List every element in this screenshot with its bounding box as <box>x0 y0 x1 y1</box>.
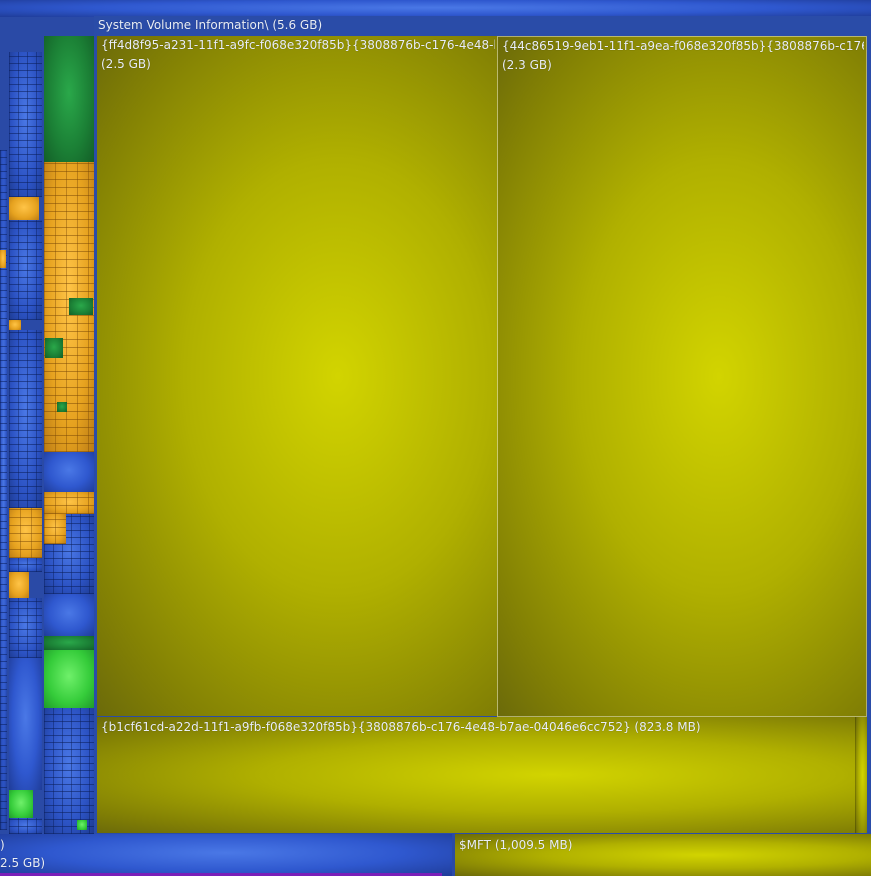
blue-tile[interactable] <box>9 658 42 790</box>
blue-tile-cluster[interactable] <box>9 558 42 572</box>
green-tile[interactable] <box>44 636 94 650</box>
orange-tile[interactable] <box>9 572 29 598</box>
blue-tile[interactable] <box>44 594 94 636</box>
green-tile[interactable] <box>45 338 63 358</box>
orange-tile[interactable] <box>9 320 21 330</box>
block3-label: {b1cf61cd-a22d-11f1-a9fb-f068e320f85b}{3… <box>101 720 701 734</box>
block1-name: {ff4d8f95-a231-11f1-a9fc-f068e320f85b}{3… <box>101 38 495 52</box>
orange-tile[interactable] <box>0 250 6 268</box>
bright-green-tile[interactable] <box>44 650 94 708</box>
block1-size: (2.5 GB) <box>101 57 151 71</box>
orange-tile-cluster[interactable] <box>44 514 66 544</box>
green-tile[interactable] <box>44 36 94 162</box>
restore-point-block-1[interactable]: {ff4d8f95-a231-11f1-a9fc-f068e320f85b}{3… <box>97 36 498 716</box>
mft-file[interactable]: $MFT (1,009.5 MB) <box>455 834 871 876</box>
bottom-left-size: 2.5 GB) <box>0 856 46 870</box>
block2-size: (2.3 GB) <box>502 58 552 72</box>
bottom-left-label: ) <box>0 838 5 852</box>
orange-tile-cluster[interactable] <box>44 492 94 514</box>
blue-tile-cluster[interactable] <box>9 818 42 834</box>
small-yellow-sliver[interactable] <box>855 717 867 833</box>
orange-tile[interactable] <box>9 197 39 220</box>
blue-tile-cluster[interactable] <box>44 708 94 834</box>
blue-tile[interactable] <box>44 452 94 492</box>
blue-tile-cluster[interactable] <box>9 220 42 320</box>
restore-point-block-2[interactable]: {44c86519-9eb1-11f1-a9ea-f068e320f85b}{3… <box>497 36 867 717</box>
blue-tile-cluster[interactable] <box>9 330 42 508</box>
top-strip <box>0 0 871 17</box>
block2-name: {44c86519-9eb1-11f1-a9ea-f068e320f85b}{3… <box>502 39 864 53</box>
orange-tile-cluster[interactable] <box>9 508 42 558</box>
bright-green-tile[interactable] <box>77 820 87 830</box>
mft-label: $MFT (1,009.5 MB) <box>459 838 573 852</box>
blue-tile-cluster[interactable] <box>9 52 42 197</box>
bright-green-tile[interactable] <box>9 790 33 818</box>
green-tile[interactable] <box>69 298 93 315</box>
restore-point-block-3[interactable]: {b1cf61cd-a22d-11f1-a9fb-f068e320f85b}{3… <box>97 717 855 833</box>
blue-tile-cluster[interactable] <box>9 598 42 658</box>
bottom-left-folder[interactable]: ) 2.5 GB) <box>0 834 452 876</box>
svi-folder-label: System Volume Information\ (5.6 GB) <box>98 18 323 32</box>
green-tile[interactable] <box>57 402 67 412</box>
